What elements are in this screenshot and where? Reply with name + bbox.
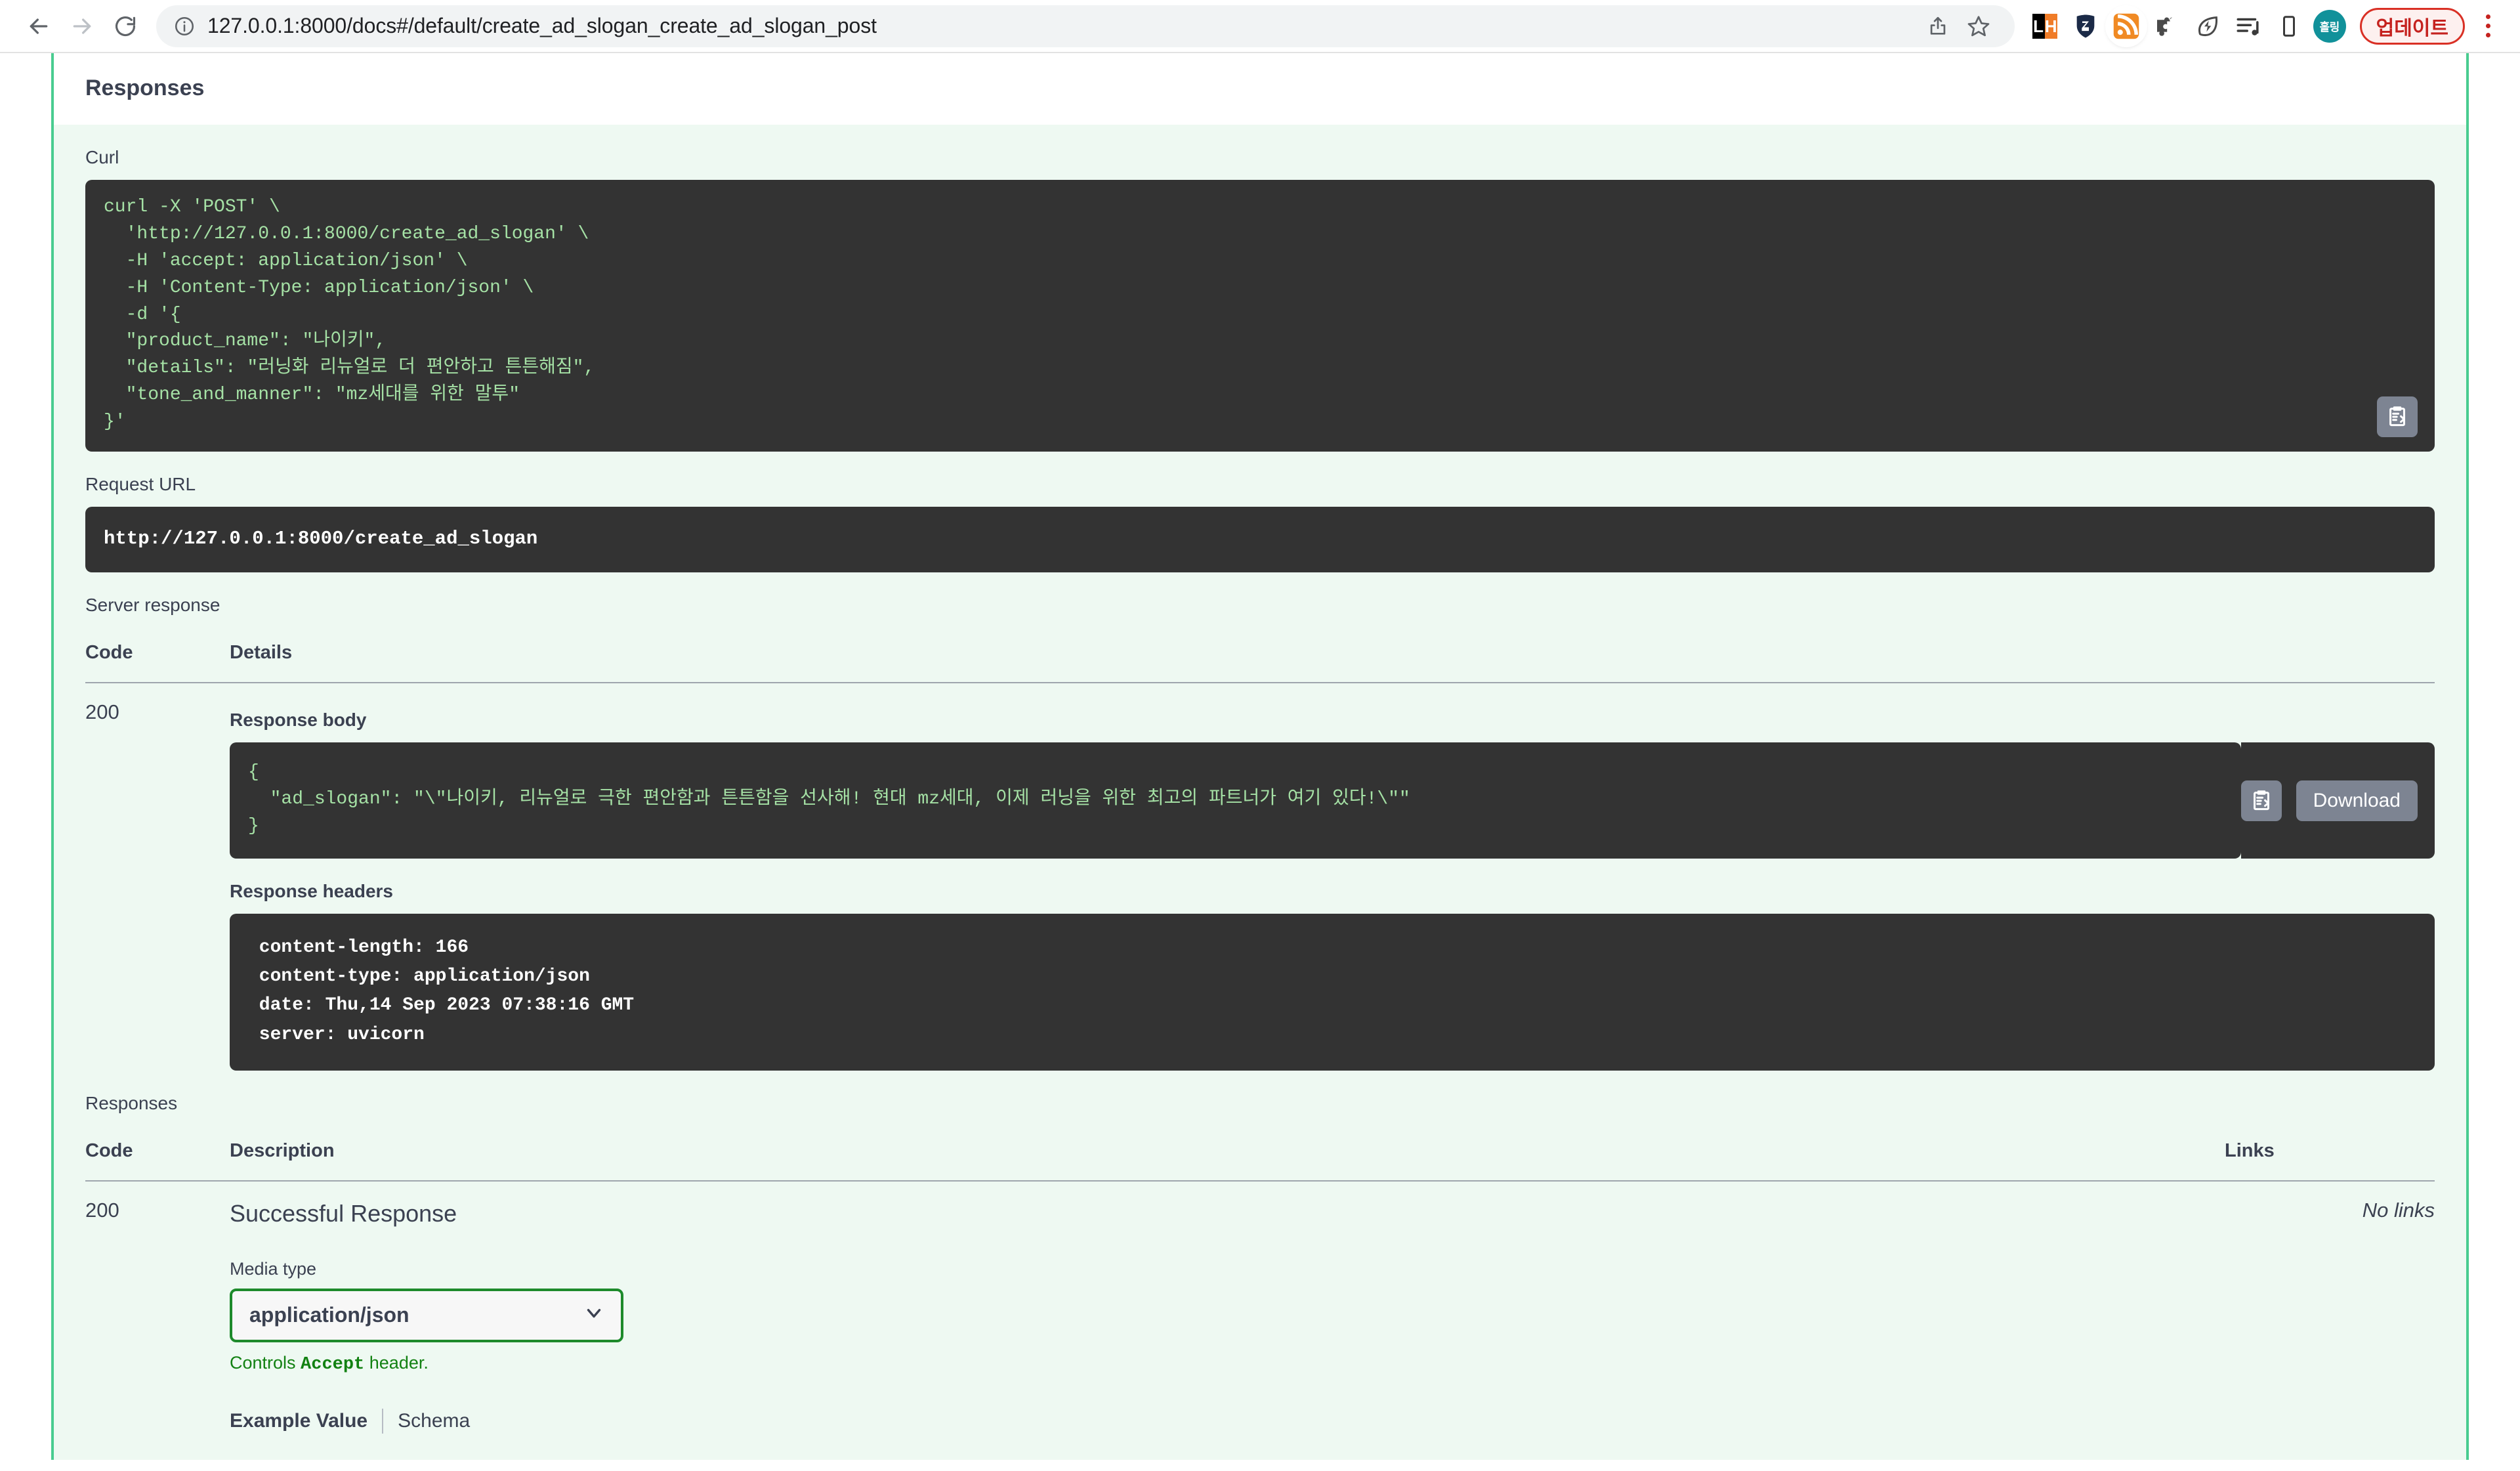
col-header-code: Code xyxy=(85,1125,230,1182)
col-header-description: Description xyxy=(230,1125,2225,1182)
curl-label: Curl xyxy=(85,147,119,167)
leaf-bolt-extension-icon[interactable] xyxy=(2189,8,2226,45)
playlist-music-extension-icon[interactable] xyxy=(2230,8,2267,45)
browser-menu-icon[interactable] xyxy=(2471,7,2504,46)
response-body-code: { "ad_slogan": "\"나이키, 리뉴얼로 극한 편안함과 튼튼함을… xyxy=(230,742,2241,859)
responses-body: Curl curl -X 'POST' \ 'http://127.0.0.1:… xyxy=(54,125,2466,1460)
responses-table: Code Description Links 200 Successful Re… xyxy=(85,1125,2435,1460)
table-header-row: Code Description Links xyxy=(85,1125,2435,1182)
holling-badge-label: 홀링 xyxy=(2313,9,2346,43)
update-button[interactable]: 업데이트 xyxy=(2359,7,2465,45)
table-row: 200 Successful Response Media type appli… xyxy=(85,1181,2435,1460)
download-button[interactable]: Download xyxy=(2296,780,2418,821)
back-button[interactable] xyxy=(17,5,60,48)
response-description-cell: Successful Response Media type applicati… xyxy=(230,1181,2225,1460)
table-row: 200 Response body { "ad_slogan": "\"나이키,… xyxy=(85,683,2435,1071)
operation-block: Responses Curl curl -X 'POST' \ 'http://… xyxy=(51,53,2469,1460)
response-body-actions: Download xyxy=(2240,742,2435,859)
forward-button[interactable] xyxy=(60,5,104,48)
response-body-label: Response body xyxy=(230,710,367,731)
rss-feed-extension-icon[interactable] xyxy=(2107,7,2145,45)
responses-list-label: Responses xyxy=(85,1092,178,1113)
responses-section-title: Responses xyxy=(54,53,2466,125)
address-bar-url: 127.0.0.1:8000/docs#/default/create_ad_s… xyxy=(207,14,877,37)
media-type-value: application/json xyxy=(249,1303,410,1327)
lighthouse-letter-l: L xyxy=(2032,13,2045,39)
request-url-value: http://127.0.0.1:8000/create_ad_slogan xyxy=(85,506,2435,573)
response-code-200: 200 xyxy=(85,1198,119,1222)
copy-curl-button[interactable] xyxy=(2377,396,2418,437)
reload-button[interactable] xyxy=(104,5,147,48)
response-headers-label: Response headers xyxy=(230,880,393,901)
site-info-icon[interactable] xyxy=(173,15,196,37)
chevron-down-icon xyxy=(583,1302,605,1329)
col-header-details: Details xyxy=(230,628,2435,684)
accept-note-prefix: Controls xyxy=(230,1352,301,1373)
browser-toolbar: 127.0.0.1:8000/docs#/default/create_ad_s… xyxy=(0,0,2520,53)
media-type-select[interactable]: application/json xyxy=(230,1288,623,1342)
lighthouse-letter-h: H xyxy=(2044,13,2057,39)
server-response-details: Response body { "ad_slogan": "\"나이키, 리뉴얼… xyxy=(230,683,2435,1071)
bookmark-star-icon[interactable] xyxy=(1960,7,1998,45)
col-header-code: Code xyxy=(85,628,230,684)
tab-divider xyxy=(382,1408,384,1434)
share-icon[interactable] xyxy=(1919,7,1957,45)
copy-response-body-button[interactable] xyxy=(2240,780,2282,821)
accept-note-suffix: header. xyxy=(364,1352,429,1373)
accept-header-note: Controls Accept header. xyxy=(230,1342,2225,1375)
media-type-label: Media type xyxy=(230,1258,317,1279)
col-header-links: Links xyxy=(2225,1125,2435,1182)
curl-code-block: curl -X 'POST' \ 'http://127.0.0.1:8000/… xyxy=(85,180,2435,452)
server-response-label: Server response xyxy=(85,595,220,616)
extensions-puzzle-icon[interactable] xyxy=(2149,8,2185,45)
reading-mode-extension-icon[interactable] xyxy=(2271,8,2307,45)
response-body-row: { "ad_slogan": "\"나이키, 리뉴얼로 극한 편안함과 튼튼함을… xyxy=(230,742,2435,859)
zotero-extension-icon[interactable] xyxy=(2067,8,2104,45)
swagger-ui-page: Responses Curl curl -X 'POST' \ 'http://… xyxy=(0,53,2520,1471)
table-header-row: Code Details xyxy=(85,628,2435,684)
response-headers-code: content-length: 166 content-type: applic… xyxy=(230,913,2435,1071)
accept-note-mono: Accept xyxy=(301,1354,365,1375)
lighthouse-extension-icon[interactable]: L H xyxy=(2026,8,2063,45)
holling-extension-icon[interactable]: 홀링 xyxy=(2311,8,2348,45)
tab-example-value[interactable]: Example Value xyxy=(230,1410,382,1432)
response-links: No links xyxy=(2362,1198,2435,1222)
tab-schema[interactable]: Schema xyxy=(398,1410,484,1432)
server-response-table: Code Details 200 Response body { "ad_slo… xyxy=(85,628,2435,1071)
example-schema-tabs: Example Value Schema xyxy=(230,1375,2225,1434)
request-url-label: Request URL xyxy=(85,473,196,494)
address-bar[interactable]: 127.0.0.1:8000/docs#/default/create_ad_s… xyxy=(156,5,2015,47)
server-response-code: 200 xyxy=(85,700,119,724)
response-description: Successful Response xyxy=(230,1199,457,1227)
extension-tray: L H 홀링 업데이트 xyxy=(2026,7,2504,46)
